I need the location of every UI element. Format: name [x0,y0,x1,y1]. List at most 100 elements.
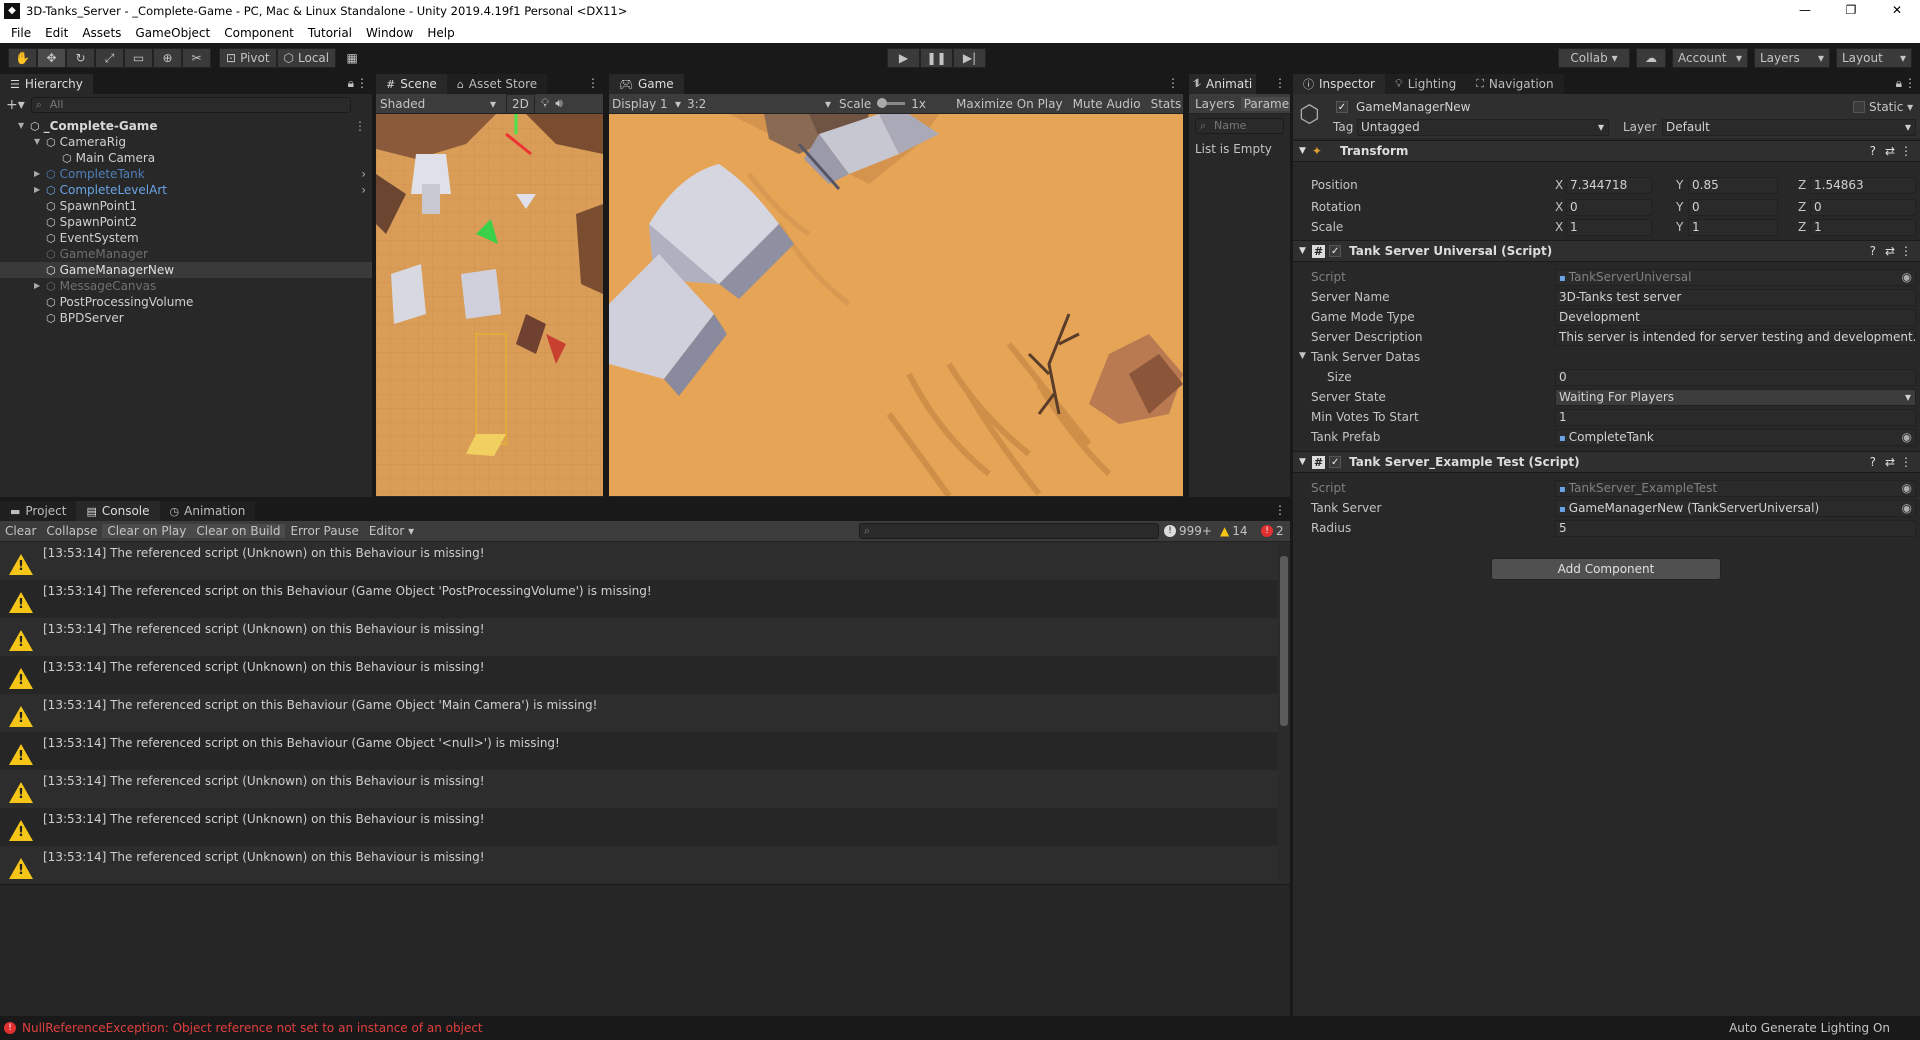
menu-edit[interactable]: Edit [38,26,75,40]
foldout-closed-icon[interactable]: ▶ [34,166,40,182]
2d-toggle[interactable]: 2D [506,93,535,114]
prefab-open-icon[interactable]: › [361,182,366,198]
kebab-menu-icon[interactable]: ⋮ [1900,244,1912,258]
prefab-open-icon[interactable]: › [361,166,366,182]
tab-inspector[interactable]: ⓘ Inspector [1293,74,1385,94]
hierarchy-item[interactable]: ⬡ PostProcessingVolume [0,294,372,310]
tab-game[interactable]: 🎮︎ Game [609,74,684,94]
kebab-menu-icon[interactable]: ⋮ [1274,76,1286,90]
hand-tool-icon[interactable]: ✋ [8,48,37,68]
error-count-toggle[interactable]: ! 2 [1261,524,1284,538]
object-picker-icon[interactable]: ◉ [1902,501,1912,516]
hierarchy-item[interactable]: ⬡ SpawnPoint2 [0,214,372,230]
scale-tool-icon[interactable]: ⤢ [95,48,124,68]
step-button[interactable]: ▶| [953,48,986,68]
help-icon[interactable]: ? [1870,244,1876,258]
tab-animation[interactable]: ◷ Animation [159,501,256,521]
field-value[interactable]: ▪ ◉ TankServerUniversal [1555,269,1916,286]
kebab-menu-icon[interactable]: ⋮ [356,76,368,90]
add-icon[interactable]: +▾ [6,97,25,113]
menu-file[interactable]: File [4,26,38,40]
scale-slider[interactable] [877,98,906,108]
field-value[interactable]: ▪ ◉ CompleteTank [1555,429,1916,446]
layout-dropdown[interactable]: Layout ▾ [1836,48,1912,68]
field-value[interactable]: ▪ ◉ GameManagerNew (TankServerUniversal) [1555,500,1916,517]
scale-z-field[interactable]: 1 [1810,219,1916,236]
foldout-arrow-icon[interactable]: ▼ [1299,246,1306,256]
local-toggle[interactable]: ⬡ Local [276,48,337,68]
maximize-on-play-toggle[interactable]: Maximize On Play [956,97,1063,111]
error-pause-button[interactable]: Error Pause [285,524,363,538]
kebab-menu-icon[interactable]: ⋮ [587,76,599,90]
display-dropdown[interactable]: Display 1 ▾ [609,97,681,111]
layers-tab[interactable]: Layers [1189,97,1235,111]
menu-component[interactable]: Component [217,26,301,40]
hierarchy-item[interactable]: ▶ ⬡ MessageCanvas [0,278,372,294]
scale-y-field[interactable]: 1 [1688,219,1778,236]
tab-navigation[interactable]: ⛶ Navigation [1466,74,1564,94]
game-viewport[interactable] [609,114,1183,496]
aspect-dropdown[interactable]: 3:2 ▾ [681,97,831,111]
audio-toggle-icon[interactable]: 🔊︎ [555,96,563,111]
tab-hierarchy[interactable]: ☰ Hierarchy [0,74,93,94]
parameter-search-input[interactable]: ⌕ Name [1195,118,1284,134]
kebab-menu-icon[interactable]: ⋮ [1167,76,1179,90]
tab-asset-store[interactable]: ⌂ Asset Store [446,74,548,94]
transform-header[interactable]: ▼ ✦ Transform ? ⇄ ⋮ [1293,140,1920,162]
console-log-entry[interactable]: [13:53:14] The referenced script (Unknow… [0,656,1278,694]
console-scrollbar[interactable] [1278,542,1290,884]
move-tool-icon[interactable]: ✥ [37,48,66,68]
console-log-entry[interactable]: [13:53:14] The referenced script (Unknow… [0,618,1278,656]
position-y-field[interactable]: 0.85 [1688,177,1778,194]
clear-on-build-button[interactable]: Clear on Build [191,524,286,538]
transform-tool-icon[interactable]: ⊕ [153,48,182,68]
editor-dropdown[interactable]: Editor ▾ [364,524,419,538]
collapse-button[interactable]: Collapse [41,524,102,538]
console-log-entry[interactable]: [13:53:14] The referenced script (Unknow… [0,770,1278,808]
object-picker-icon[interactable]: ◉ [1902,270,1912,285]
kebab-menu-icon[interactable]: ⋮ [1904,76,1916,90]
hierarchy-item[interactable]: ⬡ Main Camera [0,150,372,166]
component-enabled-checkbox[interactable]: ✓ [1329,245,1342,257]
foldout-arrow-icon[interactable]: ▼ [1299,351,1306,361]
menu-help[interactable]: Help [420,26,461,40]
rotation-x-field[interactable]: 0 [1566,199,1652,216]
kebab-menu-icon[interactable]: ⋮ [354,118,366,134]
hierarchy-item[interactable]: ⬡ EventSystem [0,230,372,246]
hierarchy-item[interactable]: ⬡ GameManager [0,246,372,262]
rotation-z-field[interactable]: 0 [1810,199,1916,216]
preset-icon[interactable]: ⇄ [1885,244,1895,258]
console-search-input[interactable]: ⌕ [859,523,1159,539]
foldout-arrow-icon[interactable]: ▼ [1299,457,1306,467]
preset-icon[interactable]: ⇄ [1885,144,1895,158]
object-picker-icon[interactable]: ◉ [1902,481,1912,496]
clear-button[interactable]: Clear [0,524,41,538]
warning-count-toggle[interactable]: ▲ 14 [1220,524,1248,538]
field-value[interactable]: 3D-Tanks test server [1555,289,1916,306]
field-value[interactable]: ▪ ◉ TankServer_ExampleTest [1555,480,1916,497]
cloud-icon[interactable]: ☁ [1636,48,1666,68]
scale-slider-thumb[interactable] [877,98,888,108]
menu-assets[interactable]: Assets [75,26,128,40]
scene-viewport[interactable] [376,114,603,496]
foldout-open-icon[interactable]: ▼ [18,118,24,134]
tab-console[interactable]: ▤ Console [76,501,160,521]
clear-on-play-button[interactable]: Clear on Play [102,524,192,538]
field-value[interactable]: Waiting For Players ▾ [1555,389,1916,406]
play-button[interactable]: ▶ [887,48,920,68]
tag-dropdown[interactable]: Untagged ▾ [1357,119,1609,136]
foldout-closed-icon[interactable]: ▶ [34,278,40,294]
hierarchy-item[interactable]: ▶ ⬡ CompleteTank › [0,166,372,182]
help-icon[interactable]: ? [1870,144,1876,158]
menu-tutorial[interactable]: Tutorial [301,26,359,40]
mute-audio-toggle[interactable]: Mute Audio [1073,97,1141,111]
kebab-menu-icon[interactable]: ⋮ [1900,455,1912,469]
console-scrollbar-thumb[interactable] [1280,556,1288,726]
console-log-entry[interactable]: [13:53:14] The referenced script on this… [0,732,1278,770]
rotation-y-field[interactable]: 0 [1688,199,1778,216]
kebab-menu-icon[interactable]: ⋮ [1900,144,1912,158]
maximize-button[interactable]: ❐ [1828,0,1874,22]
preset-icon[interactable]: ⇄ [1885,455,1895,469]
rect-tool-icon[interactable]: ▭ [124,48,153,68]
hierarchy-item[interactable]: ▶ ⬡ CompleteLevelArt › [0,182,372,198]
